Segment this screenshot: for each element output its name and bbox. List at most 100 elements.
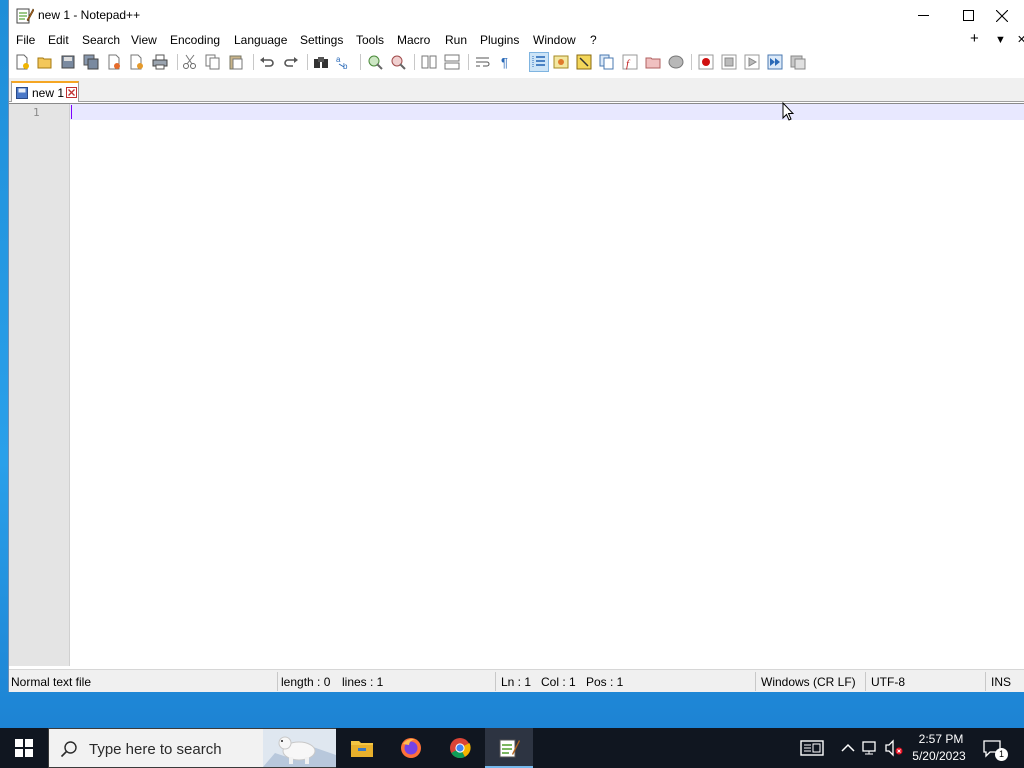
folder-as-workspace-icon[interactable] bbox=[645, 54, 661, 70]
menu-language[interactable]: Language bbox=[234, 33, 287, 47]
line-number-gutter[interactable]: 1 bbox=[9, 104, 70, 666]
find-icon[interactable] bbox=[313, 54, 329, 70]
line-number: 1 bbox=[33, 106, 40, 119]
search-placeholder: Type here to search bbox=[89, 741, 222, 758]
status-encoding[interactable]: UTF-8 bbox=[871, 675, 905, 689]
document-list-icon[interactable] bbox=[599, 54, 615, 70]
menu-window[interactable]: Window bbox=[533, 33, 576, 47]
windows-taskbar: Type here to search 2:57 PM 5/20/2023 1 bbox=[0, 728, 1024, 768]
save-icon[interactable] bbox=[60, 54, 76, 70]
replace-icon[interactable]: ab bbox=[336, 54, 352, 70]
status-eol[interactable]: Windows (CR LF) bbox=[761, 675, 856, 689]
news-widget-icon[interactable] bbox=[800, 738, 824, 758]
status-position: Pos : 1 bbox=[586, 675, 624, 689]
chevron-up-icon[interactable] bbox=[838, 738, 858, 758]
volume-muted-icon[interactable] bbox=[884, 738, 904, 758]
new-tab-plus-button[interactable]: + bbox=[970, 30, 979, 47]
taskbar-search-box[interactable]: Type here to search bbox=[48, 728, 336, 768]
cut-icon[interactable] bbox=[182, 54, 198, 70]
status-insert-mode[interactable]: INS bbox=[991, 675, 1011, 689]
svg-text:a: a bbox=[336, 55, 341, 64]
mouse-cursor-icon bbox=[782, 102, 794, 121]
document-tab-bar: new 1 bbox=[9, 78, 1024, 102]
menu-macro[interactable]: Macro bbox=[397, 33, 430, 47]
close-all-icon[interactable] bbox=[129, 54, 145, 70]
notepadpp-window: new 1 - Notepad++ File Edit Search View … bbox=[8, 0, 1024, 692]
new-file-icon[interactable] bbox=[14, 54, 30, 70]
text-caret bbox=[71, 105, 72, 119]
sync-vertical-icon[interactable] bbox=[421, 54, 437, 70]
windows-logo-icon bbox=[15, 739, 33, 757]
status-bar: Normal text file length : 0 lines : 1 Ln… bbox=[9, 669, 1024, 692]
word-wrap-icon[interactable] bbox=[475, 54, 491, 70]
taskbar-file-explorer[interactable] bbox=[338, 728, 386, 768]
function-list-icon[interactable]: f bbox=[622, 54, 638, 70]
sync-horizontal-icon[interactable] bbox=[444, 54, 460, 70]
unsaved-file-icon bbox=[16, 87, 28, 99]
menu-search[interactable]: Search bbox=[82, 33, 120, 47]
macro-play-icon[interactable] bbox=[744, 54, 760, 70]
chrome-icon bbox=[450, 738, 471, 759]
status-length: length : 0 bbox=[281, 675, 331, 689]
zoom-out-icon[interactable] bbox=[390, 54, 406, 70]
taskbar-notepadpp[interactable] bbox=[485, 728, 533, 768]
menu-run[interactable]: Run bbox=[445, 33, 467, 47]
svg-text:b: b bbox=[343, 62, 348, 70]
taskbar-clock-time[interactable]: 2:57 PM bbox=[912, 732, 970, 746]
notepadpp-app-icon bbox=[16, 8, 34, 24]
current-line-highlight bbox=[70, 104, 1024, 120]
menu-file[interactable]: File bbox=[16, 33, 35, 47]
show-all-characters-icon[interactable]: ¶ bbox=[498, 54, 514, 70]
status-line: Ln : 1 bbox=[501, 675, 532, 689]
maximize-icon bbox=[962, 10, 974, 21]
macro-save-icon[interactable] bbox=[790, 54, 806, 70]
menu-bar: File Edit Search View Encoding Language … bbox=[9, 30, 1024, 51]
file-explorer-icon bbox=[351, 741, 373, 757]
monitoring-icon[interactable] bbox=[668, 54, 684, 70]
window-title: new 1 - Notepad++ bbox=[38, 8, 141, 22]
taskbar-chrome[interactable] bbox=[436, 728, 484, 768]
undo-icon[interactable] bbox=[259, 54, 275, 70]
status-file-type: Normal text file bbox=[11, 675, 92, 689]
menu-settings[interactable]: Settings bbox=[300, 33, 343, 47]
taskbar-clock-date[interactable]: 5/20/2023 bbox=[908, 749, 970, 763]
taskbar-firefox[interactable] bbox=[387, 728, 435, 768]
tab-label: new 1 bbox=[32, 86, 65, 100]
notepadpp-taskbar-icon bbox=[499, 739, 520, 758]
macro-record-icon[interactable] bbox=[698, 54, 714, 70]
menu-tools[interactable]: Tools bbox=[356, 33, 384, 47]
macro-stop-icon[interactable] bbox=[721, 54, 737, 70]
tab-new-1[interactable]: new 1 bbox=[11, 81, 79, 102]
copy-icon[interactable] bbox=[205, 54, 221, 70]
menu-help[interactable]: ? bbox=[590, 33, 597, 47]
close-file-icon[interactable] bbox=[106, 54, 122, 70]
zoom-in-icon[interactable] bbox=[367, 54, 383, 70]
notification-count-badge: 1 bbox=[995, 748, 1008, 761]
save-all-icon[interactable] bbox=[83, 54, 99, 70]
title-bar[interactable]: new 1 - Notepad++ bbox=[9, 0, 1024, 31]
tab-list-dropdown-button[interactable]: ▼ bbox=[995, 34, 1006, 46]
open-file-icon[interactable] bbox=[37, 54, 53, 70]
editor-area[interactable]: 1 bbox=[9, 103, 1024, 666]
menu-encoding[interactable]: Encoding bbox=[170, 33, 220, 47]
macro-run-multiple-icon[interactable] bbox=[767, 54, 783, 70]
start-button[interactable] bbox=[0, 728, 48, 768]
status-lines: lines : 1 bbox=[342, 675, 384, 689]
document-map-icon[interactable] bbox=[576, 54, 592, 70]
svg-text:¶: ¶ bbox=[501, 55, 508, 70]
menu-plugins[interactable]: Plugins bbox=[480, 33, 519, 47]
network-icon[interactable] bbox=[861, 738, 881, 758]
redo-icon[interactable] bbox=[283, 54, 299, 70]
close-document-button[interactable]: ✕ bbox=[1017, 33, 1024, 46]
menu-edit[interactable]: Edit bbox=[48, 33, 69, 47]
paste-icon[interactable] bbox=[228, 54, 244, 70]
minimize-button[interactable] bbox=[900, 0, 946, 31]
toolbar: ab ¶ f bbox=[9, 51, 1024, 73]
close-window-button[interactable] bbox=[979, 0, 1024, 31]
menu-view[interactable]: View bbox=[131, 33, 157, 47]
minimize-icon bbox=[917, 15, 929, 16]
tab-close-icon[interactable] bbox=[66, 87, 77, 98]
indent-guide-icon[interactable] bbox=[531, 54, 547, 70]
print-icon[interactable] bbox=[152, 54, 168, 70]
user-defined-language-icon[interactable] bbox=[553, 54, 569, 70]
